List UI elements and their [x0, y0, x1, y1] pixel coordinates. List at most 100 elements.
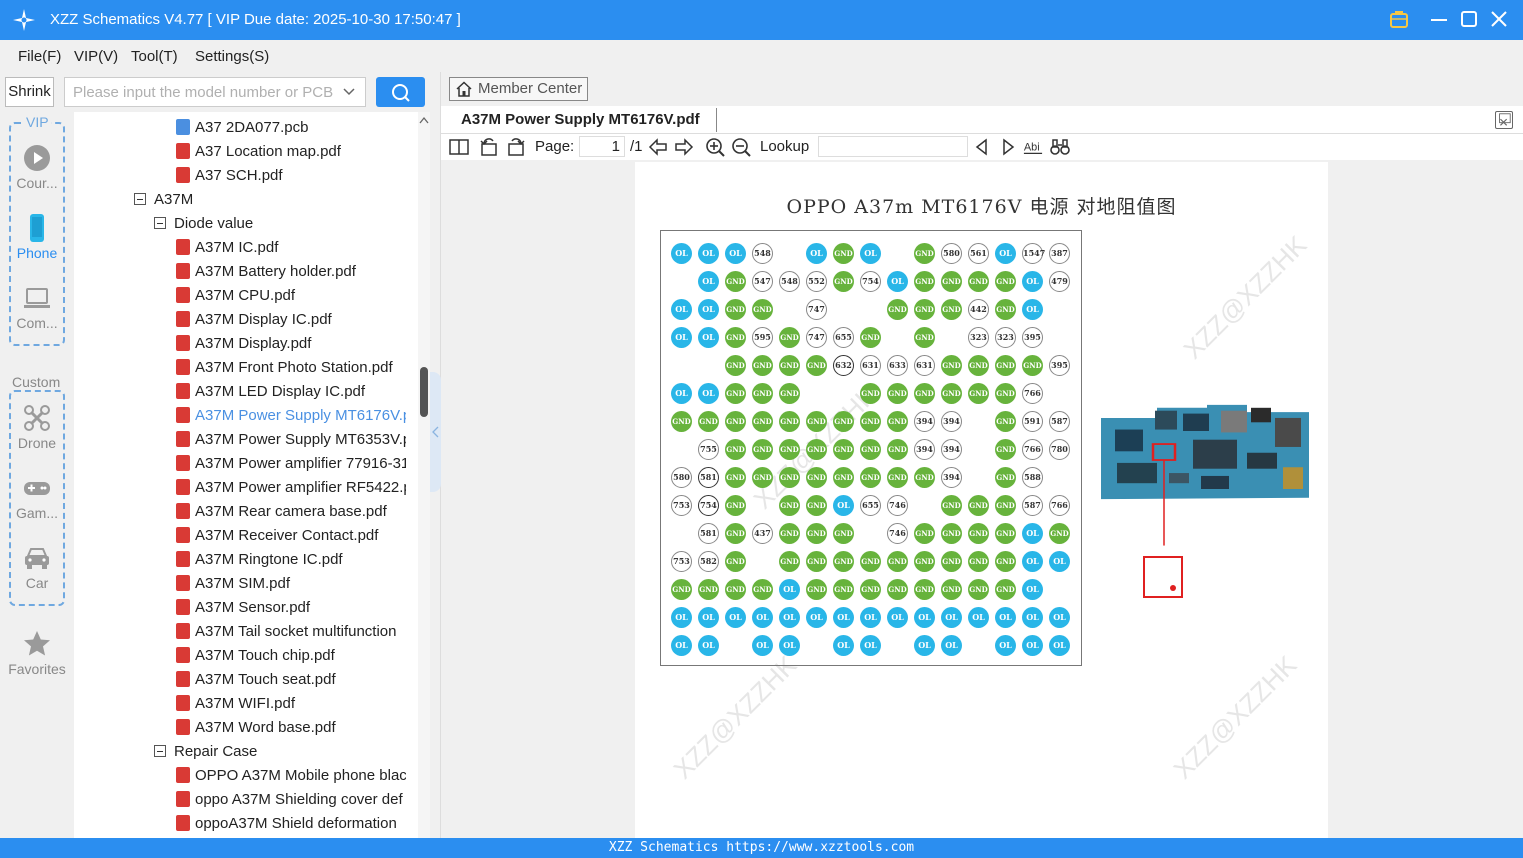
ball-pad: GND — [887, 579, 908, 600]
tree-file-item[interactable]: A37M Display IC.pdf — [176, 308, 406, 332]
ball-pad: GND — [833, 243, 854, 264]
tree-file-item[interactable]: A37 2DA077.pcb — [176, 116, 406, 140]
menu-settings[interactable]: Settings(S) — [195, 48, 269, 65]
window-title: XZZ Schematics V4.77 [ VIP Due date: 202… — [50, 11, 461, 28]
vip-bag-icon[interactable] — [1388, 8, 1410, 30]
nav-courses[interactable]: Cour... — [0, 144, 74, 191]
match-case-icon[interactable]: Abi — [1023, 137, 1043, 157]
collapse-tab[interactable] — [430, 372, 441, 492]
member-center-button[interactable]: Member Center — [449, 77, 588, 101]
binoculars-icon[interactable] — [1050, 137, 1070, 157]
nav-games[interactable]: Gam... — [0, 474, 74, 521]
tree-file-item[interactable]: A37M Sensor.pdf — [176, 596, 406, 620]
tree-file-item[interactable]: A37M Receiver Contact.pdf — [176, 524, 406, 548]
tree-file-item[interactable]: A37M Power Supply MT6176V.pdf — [176, 404, 406, 428]
ball-pad: GND — [725, 327, 746, 348]
ball-pad: GND — [806, 355, 827, 376]
collapse-icon[interactable] — [154, 745, 166, 757]
menu-vip[interactable]: VIP(V) — [74, 48, 118, 65]
tree-file-item[interactable]: A37 SCH.pdf — [176, 164, 406, 188]
tree-file-item[interactable]: A37M IC.pdf — [176, 236, 406, 260]
collapse-icon[interactable] — [154, 217, 166, 229]
nav-car[interactable]: Car — [0, 544, 74, 591]
ball-pad: 581 — [698, 467, 719, 488]
ball-pad: OL — [1022, 607, 1043, 628]
tree-file-item[interactable]: A37M Battery holder.pdf — [176, 260, 406, 284]
tree-folder[interactable]: Repair Case — [154, 740, 406, 764]
tree-file-item[interactable]: A37M Ringtone IC.pdf — [176, 548, 406, 572]
ball-pad: 588 — [1022, 467, 1043, 488]
zoom-out-icon[interactable] — [731, 137, 751, 157]
tree-file-item[interactable]: A37M SIM.pdf — [176, 572, 406, 596]
pane-splitter[interactable] — [430, 72, 441, 838]
tree-file-item[interactable]: A37 Location map.pdf — [176, 140, 406, 164]
two-page-view-icon[interactable] — [449, 137, 469, 157]
tree-scroll-thumb[interactable] — [420, 367, 428, 417]
previous-page-icon[interactable] — [648, 137, 668, 157]
zoom-in-icon[interactable] — [705, 137, 725, 157]
rotate-left-icon[interactable] — [479, 137, 499, 157]
ball-pad: GND — [941, 383, 962, 404]
shrink-button[interactable]: Shrink — [5, 77, 54, 107]
tree-file-item[interactable]: A37M Rear camera base.pdf — [176, 500, 406, 524]
tree-folder[interactable]: Diode value — [154, 212, 406, 236]
close-tabs-icon[interactable] — [1495, 111, 1513, 129]
chevron-down-icon[interactable] — [341, 83, 357, 99]
search-icon — [392, 84, 410, 102]
lookup-input[interactable] — [818, 136, 968, 157]
ball-pad: GND — [968, 495, 989, 516]
tree-file-item[interactable]: oppoA37M Shield deformation — [176, 812, 406, 836]
tree-file-item[interactable]: A37M Touch seat.pdf — [176, 668, 406, 692]
find-next-icon[interactable] — [998, 137, 1018, 157]
ball-pad: GND — [779, 411, 800, 432]
menu-tool[interactable]: Tool(T) — [131, 48, 178, 65]
rotate-right-icon[interactable] — [506, 137, 526, 157]
tree-scrollbar[interactable] — [418, 112, 430, 838]
scroll-up-icon[interactable] — [419, 116, 429, 124]
ball-pad: GND — [725, 355, 746, 376]
page-number-input[interactable]: 1 — [579, 136, 625, 157]
nav-favorites[interactable]: Favorites — [0, 630, 74, 677]
pdf-viewer[interactable]: XZZ@XZZHK XZZ@XZZHK XZZ@XZZHK XZZ@XZZHK … — [441, 160, 1523, 838]
tree-file-item[interactable]: OPPO A37M Mobile phone black — [176, 764, 406, 788]
tree-folder[interactable]: A37M — [134, 188, 406, 212]
maximize-button[interactable] — [1458, 8, 1480, 30]
tree-file-item[interactable]: A37M Power amplifier RF5422.pdf — [176, 476, 406, 500]
ball-pad: GND — [914, 523, 935, 544]
search-button[interactable] — [376, 77, 425, 107]
minimize-button[interactable] — [1428, 8, 1450, 30]
tree-file-item[interactable]: A37M Tail socket multifunction — [176, 620, 406, 644]
nav-drone[interactable]: Drone — [0, 404, 74, 451]
tree-file-item[interactable]: A37M CPU.pdf — [176, 284, 406, 308]
ball-pad: 633 — [887, 355, 908, 376]
search-input[interactable] — [65, 78, 335, 106]
collapse-icon[interactable] — [134, 193, 146, 205]
tree-file-item[interactable]: A37M Touch chip.pdf — [176, 644, 406, 668]
nav-computer[interactable]: Com... — [0, 284, 74, 331]
ball-pad: 655 — [860, 495, 881, 516]
tree-file-item[interactable]: oppo A37M Shielding cover def — [176, 788, 406, 812]
tree-file-item[interactable]: A37M LED Display IC.pdf — [176, 380, 406, 404]
nav-phone[interactable]: Phone — [0, 214, 74, 261]
ball-pad: GND — [806, 411, 827, 432]
ball-pad: GND — [671, 411, 692, 432]
close-button[interactable] — [1488, 8, 1510, 30]
ball-pad: GND — [887, 551, 908, 572]
tree-file-item[interactable]: A37M Word base.pdf — [176, 716, 406, 740]
tree-file-item[interactable]: A37M Display.pdf — [176, 332, 406, 356]
pdf-file-icon — [176, 455, 190, 471]
tree-file-item[interactable]: A37M Front Photo Station.pdf — [176, 356, 406, 380]
svg-text:Abi: Abi — [1024, 142, 1040, 154]
find-previous-icon[interactable] — [972, 137, 992, 157]
document-tab[interactable]: A37M Power Supply MT6176V.pdf — [461, 111, 700, 128]
tree-file-item[interactable]: A37M Power Supply MT6353V.pdf — [176, 428, 406, 452]
next-page-icon[interactable] — [674, 137, 694, 157]
menu-file[interactable]: File(F) — [18, 48, 61, 65]
ball-pad: 395 — [1049, 355, 1070, 376]
ball-pad: 582 — [698, 551, 719, 572]
tree-file-item[interactable]: A37M WIFI.pdf — [176, 692, 406, 716]
tree-file-item[interactable]: A37M Power amplifier 77916-31.pdf — [176, 452, 406, 476]
ball-pad: OL — [779, 607, 800, 628]
ball-pad: OL — [1022, 551, 1043, 572]
ball-grid-diagram: OL OL OL 548 OL GND OL GND 580 561 OL 1547 387 OL GND 5… — [660, 230, 1082, 666]
